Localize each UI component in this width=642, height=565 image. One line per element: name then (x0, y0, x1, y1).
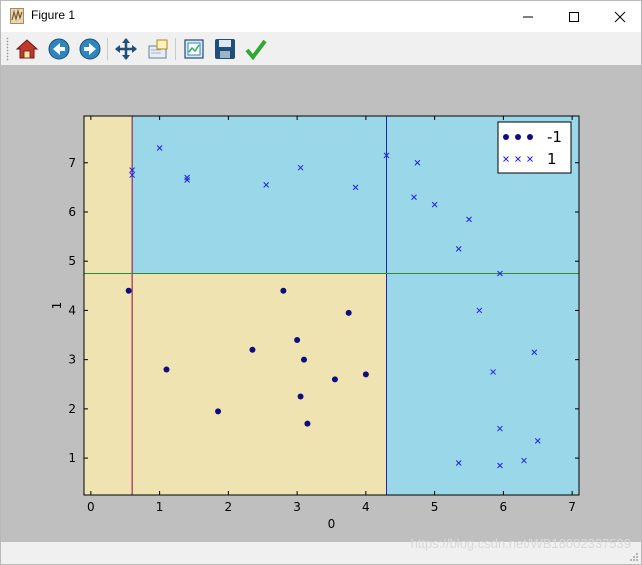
x-tick-label: 0 (87, 500, 95, 514)
decision-region (132, 116, 387, 274)
zoom-icon (148, 39, 168, 59)
x-tick-label: 2 (225, 500, 233, 514)
edit-axis-icon (245, 39, 267, 61)
data-point-neg (294, 336, 301, 343)
x-axis-label: 0 (328, 517, 336, 531)
x-tick-label: 3 (293, 500, 301, 514)
x-tick-label: 5 (431, 500, 439, 514)
resize-grip-icon[interactable] (629, 552, 639, 562)
y-axis-label: 1 (50, 302, 64, 310)
data-point-neg (215, 408, 222, 415)
status-bar: https://blog.csdn.net/WB18002337539 (1, 536, 641, 564)
window-title: Figure 1 (31, 8, 76, 22)
subplots-icon (184, 39, 204, 59)
title-bar[interactable]: Figure 1 (1, 1, 641, 32)
home-icon (15, 39, 39, 59)
save-button[interactable] (212, 36, 238, 62)
figure-window: Figure 1 0 1 2 3 4 5 6 7 1 2 3 4 5 6 7 0… (0, 0, 642, 565)
x-tick-label: 1 (156, 500, 164, 514)
legend-label: 1 (547, 150, 557, 168)
toolbar-separator (175, 38, 176, 60)
y-tick-label: 2 (68, 402, 76, 416)
y-tick-label: 7 (68, 156, 76, 170)
back-button[interactable] (46, 36, 72, 62)
figure-canvas[interactable]: 0 1 2 3 4 5 6 7 1 2 3 4 5 6 7 0 1 -1 1 (1, 65, 641, 542)
pan-icon (115, 38, 137, 60)
toolbar-separator (107, 38, 108, 60)
legend-marker-neg (527, 134, 533, 140)
data-point-neg (125, 287, 132, 294)
data-point-neg (304, 420, 311, 427)
close-icon (614, 11, 626, 23)
toolbar-grip[interactable] (6, 37, 9, 61)
data-point-neg (249, 346, 256, 353)
data-point-neg (297, 393, 304, 400)
close-button[interactable] (597, 1, 642, 32)
y-tick-label: 6 (68, 205, 76, 219)
app-icon (10, 8, 24, 24)
y-tick-label: 4 (68, 303, 76, 317)
pan-button[interactable] (113, 36, 139, 62)
legend-marker-neg (503, 134, 509, 140)
subplots-button[interactable] (181, 36, 207, 62)
forward-button[interactable] (77, 36, 103, 62)
data-point-neg (280, 287, 287, 294)
x-tick-label: 7 (568, 500, 576, 514)
y-tick-label: 3 (68, 353, 76, 367)
back-icon (48, 38, 70, 60)
minimize-icon (523, 16, 533, 18)
decision-region (84, 116, 133, 495)
save-icon (215, 39, 235, 59)
edit-axis-button[interactable] (243, 36, 269, 62)
maximize-icon (569, 12, 579, 22)
decision-region (132, 273, 387, 495)
data-point-neg (163, 366, 170, 373)
data-point-neg (331, 376, 338, 383)
forward-icon (79, 38, 101, 60)
y-tick-label: 5 (68, 254, 76, 268)
x-tick-label: 4 (362, 500, 370, 514)
minimize-button[interactable] (505, 1, 551, 32)
legend-label: -1 (547, 128, 562, 146)
plot-svg: 0 1 2 3 4 5 6 7 1 2 3 4 5 6 7 0 1 -1 1 (50, 115, 580, 531)
toolbar (1, 32, 641, 65)
watermark: https://blog.csdn.net/WB18002337539 (410, 536, 631, 551)
maximize-button[interactable] (551, 1, 597, 32)
data-point-neg (362, 371, 369, 378)
y-tick-label: 1 (68, 451, 76, 465)
zoom-button[interactable] (145, 36, 171, 62)
x-tick-label: 6 (500, 500, 508, 514)
data-point-neg (345, 309, 352, 316)
legend-marker-neg (515, 134, 521, 140)
home-button[interactable] (14, 36, 40, 62)
data-point-neg (301, 356, 307, 363)
